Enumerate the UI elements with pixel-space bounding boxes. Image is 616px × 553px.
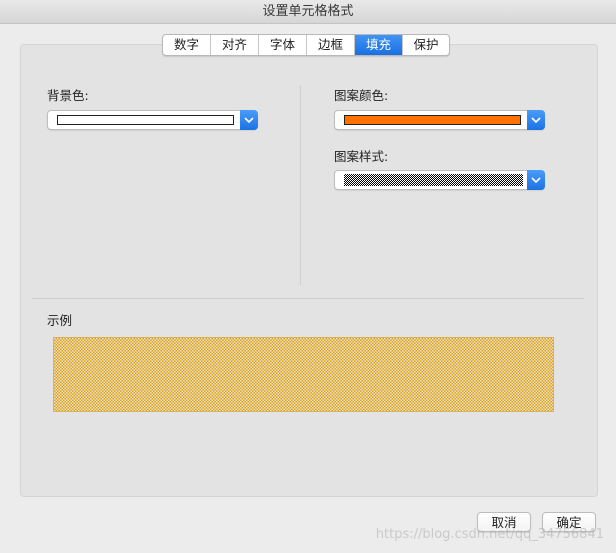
- tab-alignment[interactable]: 对齐: [211, 35, 259, 55]
- watermark-text: https://blog.csdn.net/qq_34756841: [375, 527, 604, 542]
- background-color-swatch: [57, 115, 234, 125]
- pattern-style-popup[interactable]: [334, 170, 545, 190]
- tab-protection[interactable]: 保护: [403, 35, 449, 55]
- pattern-style-label: 图案样式:: [334, 149, 389, 164]
- background-color-popup[interactable]: [47, 110, 258, 130]
- tab-fill[interactable]: 填充: [355, 35, 403, 55]
- pattern-color-label: 图案颜色:: [334, 88, 389, 103]
- tab-border[interactable]: 边框: [307, 35, 355, 55]
- sample-preview: [53, 337, 554, 412]
- pattern-color-chevron-icon[interactable]: [527, 110, 545, 130]
- tab-bar: 数字 对齐 字体 边框 填充 保护: [162, 34, 450, 56]
- column-divider: [300, 85, 301, 285]
- window-title: 设置单元格格式: [0, 0, 616, 24]
- pattern-color-popup[interactable]: [334, 110, 545, 130]
- tab-font[interactable]: 字体: [259, 35, 307, 55]
- pattern-color-swatch: [344, 115, 521, 125]
- pattern-style-swatch: [344, 174, 523, 186]
- background-color-chevron-icon[interactable]: [240, 110, 258, 130]
- pattern-style-chevron-icon[interactable]: [527, 170, 545, 190]
- section-divider: [32, 298, 584, 299]
- tab-number[interactable]: 数字: [163, 35, 211, 55]
- background-color-label: 背景色:: [47, 88, 89, 103]
- sample-label: 示例: [47, 313, 73, 328]
